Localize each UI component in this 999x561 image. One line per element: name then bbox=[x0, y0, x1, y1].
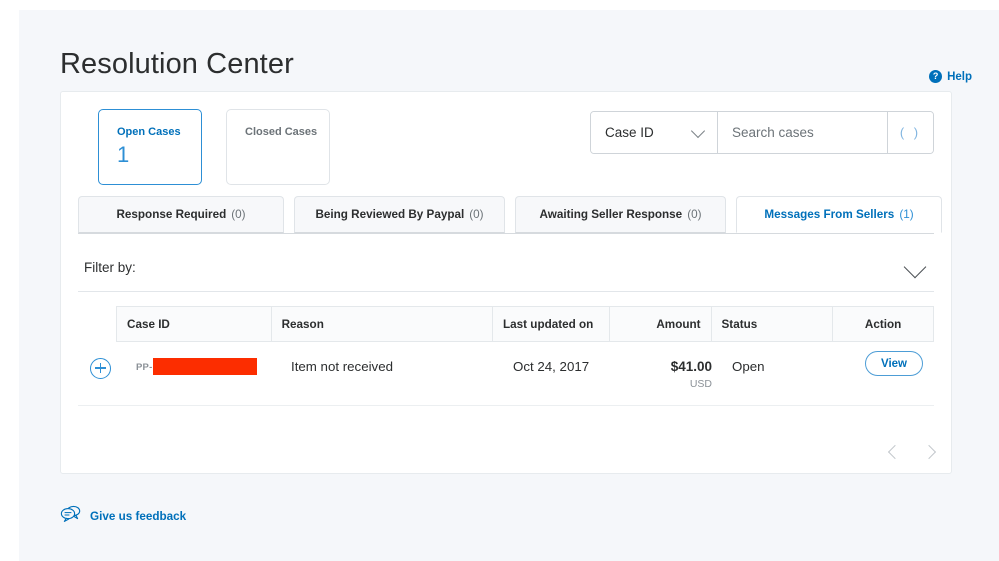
column-header-reason: Reason bbox=[272, 307, 494, 341]
filter-by-label: Filter by: bbox=[84, 260, 136, 275]
tab-label: Response Required bbox=[116, 208, 227, 221]
search-input[interactable] bbox=[718, 112, 887, 153]
tab-awaiting-seller-response[interactable]: Awaiting Seller Response (0) bbox=[515, 196, 726, 233]
summary-card-label: Closed Cases bbox=[245, 126, 318, 138]
page-title: Resolution Center bbox=[60, 48, 294, 80]
search-type-select[interactable]: Case ID bbox=[591, 112, 718, 153]
table-header-row: Case ID Reason Last updated on Amount St… bbox=[116, 306, 934, 342]
case-id-redaction bbox=[153, 358, 258, 375]
case-id-prefix: PP- bbox=[136, 362, 153, 373]
column-header-status: Status bbox=[712, 307, 834, 341]
chevron-right-icon[interactable] bbox=[921, 444, 937, 460]
filter-by-row[interactable]: Filter by: bbox=[78, 247, 934, 292]
chevron-down-icon bbox=[690, 123, 706, 139]
case-tabs: Response Required (0) Being Reviewed By … bbox=[78, 196, 942, 234]
chevron-left-icon[interactable] bbox=[887, 444, 903, 460]
page-background: Resolution Center ? Help Open Cases 1 Cl… bbox=[19, 10, 999, 561]
amount-value: $41.00 bbox=[670, 359, 712, 374]
table-row: PP- Item not received Oct 24, 2017 $41.0… bbox=[78, 342, 934, 406]
summary-row: Open Cases 1 Closed Cases Case ID ( ) bbox=[61, 92, 951, 196]
pagination bbox=[887, 444, 937, 460]
amount-currency: USD bbox=[689, 378, 712, 390]
column-header-action: Action bbox=[864, 317, 902, 331]
resolution-panel: Open Cases 1 Closed Cases Case ID ( ) Re… bbox=[60, 91, 952, 474]
help-link[interactable]: ? Help bbox=[929, 70, 972, 83]
tab-messages-from-sellers[interactable]: Messages From Sellers (1) bbox=[736, 196, 942, 233]
tab-label: Being Reviewed By Paypal bbox=[315, 208, 465, 221]
expand-row-icon[interactable] bbox=[90, 358, 111, 379]
tab-count: (1) bbox=[899, 208, 914, 221]
help-label: Help bbox=[947, 70, 972, 83]
column-header-last-updated-on: Last updated on bbox=[493, 307, 610, 341]
tab-count: (0) bbox=[231, 208, 246, 221]
summary-card-closed-cases[interactable]: Closed Cases bbox=[226, 109, 330, 185]
tab-being-reviewed-by-paypal[interactable]: Being Reviewed By Paypal (0) bbox=[294, 196, 505, 233]
cell-action: View bbox=[844, 342, 944, 405]
tab-label: Awaiting Seller Response bbox=[539, 208, 683, 221]
cell-case-id: PP- bbox=[126, 342, 281, 405]
give-us-feedback-link[interactable]: Give us feedback bbox=[60, 505, 186, 527]
tab-count: (0) bbox=[687, 208, 702, 221]
cell-reason: Item not received bbox=[291, 359, 393, 374]
search-group: Case ID ( ) bbox=[590, 111, 934, 154]
cell-last-updated-on: Oct 24, 2017 bbox=[513, 359, 590, 374]
feedback-label: Give us feedback bbox=[90, 509, 187, 523]
summary-card-label: Open Cases bbox=[117, 126, 181, 138]
chevron-down-icon[interactable] bbox=[903, 255, 927, 279]
search-icon[interactable]: ( ) bbox=[887, 112, 933, 153]
question-circle-icon: ? bbox=[929, 70, 943, 83]
search-type-value: Case ID bbox=[605, 125, 654, 140]
column-header-amount: Amount bbox=[610, 307, 712, 341]
summary-card-open-cases[interactable]: Open Cases 1 bbox=[98, 109, 202, 185]
cell-status: Open bbox=[732, 359, 765, 374]
view-case-button[interactable]: View bbox=[865, 351, 923, 376]
column-header-case-id: Case ID bbox=[117, 307, 272, 341]
speech-bubbles-icon bbox=[60, 505, 82, 527]
cell-amount: $41.00 USD bbox=[620, 342, 722, 405]
tab-count: (0) bbox=[469, 208, 484, 221]
summary-card-count: 1 bbox=[117, 142, 130, 167]
tab-label: Messages From Sellers bbox=[764, 208, 895, 221]
tab-response-required[interactable]: Response Required (0) bbox=[78, 196, 284, 233]
